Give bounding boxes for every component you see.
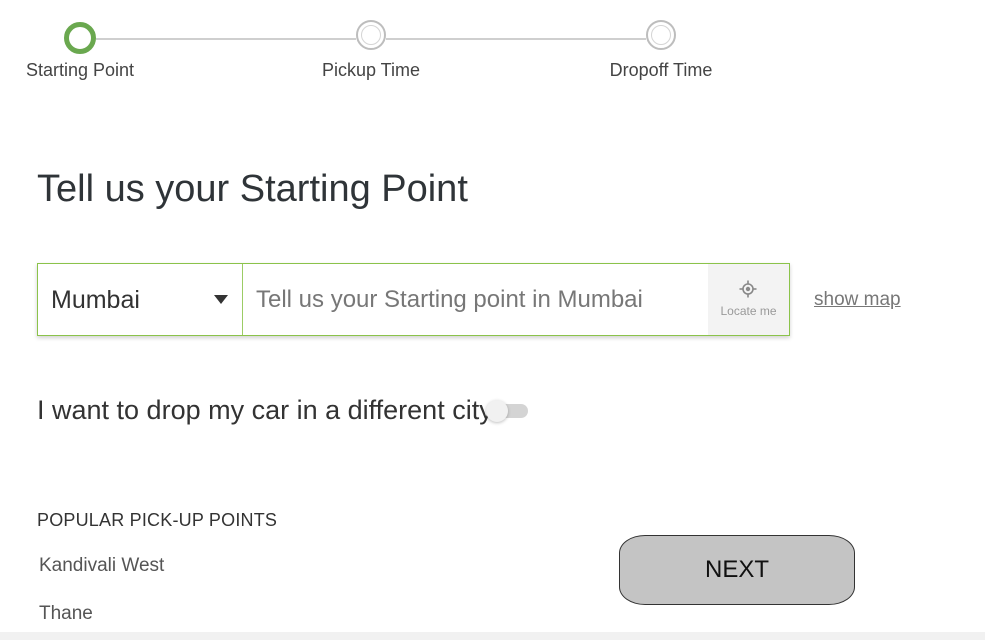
- popular-pickup-item[interactable]: Thane: [39, 603, 93, 625]
- city-dropdown[interactable]: Mumbai: [38, 264, 243, 335]
- bottom-divider: [0, 632, 985, 640]
- starting-point-search: Mumbai Locate me: [37, 263, 790, 336]
- step-connector: [386, 38, 646, 40]
- toggle-knob: [486, 400, 508, 422]
- different-city-toggle-label: I want to drop my car in a different cit…: [37, 395, 493, 425]
- chevron-down-icon: [214, 295, 228, 304]
- popular-pickup-heading: POPULAR PICK-UP POINTS: [37, 510, 278, 530]
- step-1-active-indicator[interactable]: [64, 22, 96, 54]
- progress-stepper: Starting Point Pickup Time Dropoff Time: [0, 0, 985, 100]
- step-label-pickup-time: Pickup Time: [321, 60, 421, 80]
- page-title: Tell us your Starting Point: [37, 168, 468, 210]
- step-label-dropoff-time: Dropoff Time: [609, 60, 713, 80]
- crosshair-icon: [739, 280, 757, 298]
- city-selected-value: Mumbai: [51, 286, 140, 314]
- show-map-link[interactable]: show map: [814, 289, 901, 311]
- starting-point-input[interactable]: [243, 264, 708, 335]
- different-city-toggle[interactable]: [486, 400, 528, 422]
- popular-pickup-item[interactable]: Kandivali West: [39, 555, 164, 577]
- step-2-indicator[interactable]: [356, 20, 386, 50]
- step-label-starting-point: Starting Point: [25, 60, 135, 80]
- next-button[interactable]: NEXT: [619, 535, 855, 605]
- locate-me-button[interactable]: Locate me: [708, 264, 789, 335]
- locate-me-label: Locate me: [720, 304, 777, 318]
- step-3-indicator[interactable]: [646, 20, 676, 50]
- step-connector: [96, 38, 356, 40]
